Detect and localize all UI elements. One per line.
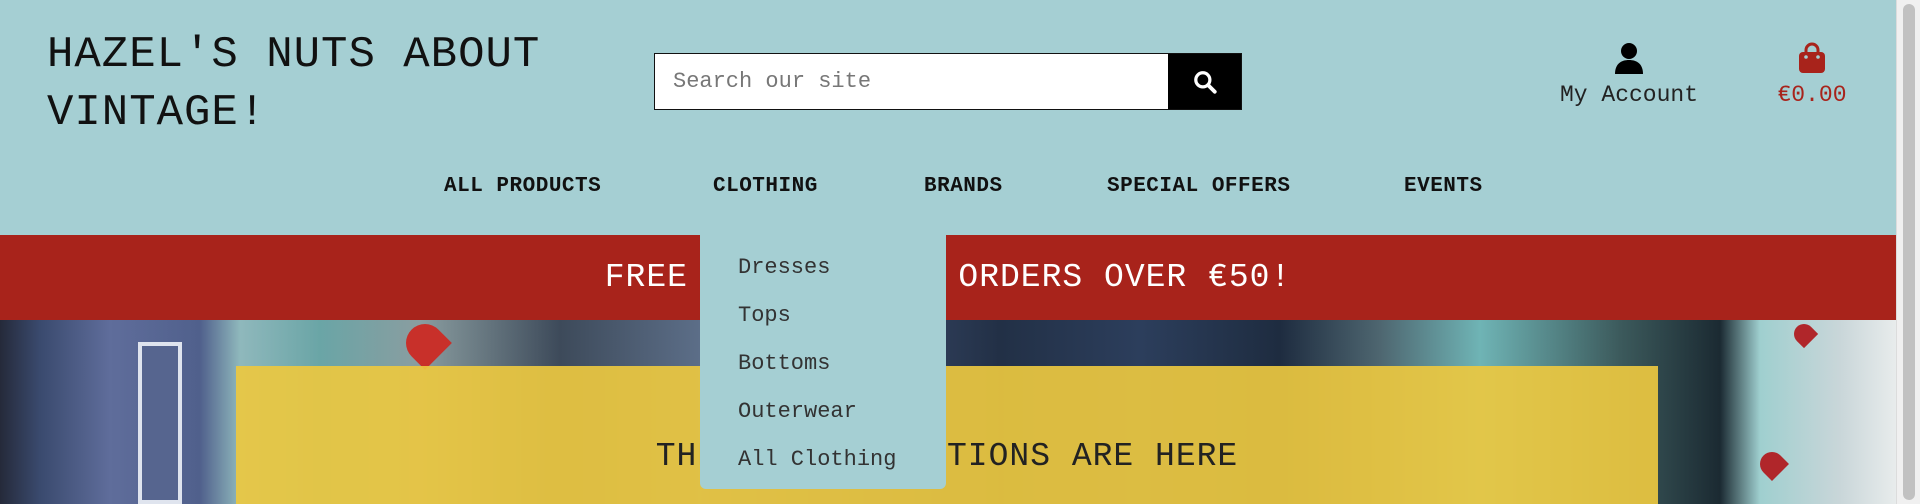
nav-item-events[interactable]: EVENTS [1404,175,1483,198]
cart-total: €0.00 [1777,82,1847,108]
site-logo[interactable]: HAZEL'S NUTS ABOUT VINTAGE! [47,26,540,142]
my-account-label: My Account [1559,82,1699,108]
hero-image-heart [1789,320,1819,349]
cart-link[interactable]: €0.00 [1762,42,1862,108]
dropdown-item-all-clothing[interactable]: All Clothing [700,436,946,484]
scrollbar-thumb[interactable] [1903,4,1915,500]
search-input[interactable] [655,54,1168,109]
search-form [654,53,1242,110]
shopping-bag-icon [1799,42,1825,73]
nav-item-clothing[interactable]: CLOTHING [713,175,818,198]
nav-item-special-offers[interactable]: SPECIAL OFFERS [1107,175,1290,198]
hero-image-heart [1755,447,1789,481]
search-button[interactable] [1168,54,1241,109]
dropdown-item-tops[interactable]: Tops [700,292,946,340]
hero-overlay-box: THE NEW COLLECTIONS ARE HERE [236,366,1658,504]
dropdown-item-outerwear[interactable]: Outerwear [700,388,946,436]
user-icon [1615,43,1643,74]
main-nav: ALL PRODUCTS CLOTHING BRANDS SPECIAL OFF… [0,175,1896,211]
promo-banner: FREE DELIVERY ON ORDERS OVER €50! [0,235,1896,320]
site-header: HAZEL'S NUTS ABOUT VINTAGE! My Account €… [0,0,1896,235]
clothing-dropdown-menu: Dresses Tops Bottoms Outerwear All Cloth… [700,232,946,489]
search-icon [1193,70,1217,94]
hero-section: THE NEW COLLECTIONS ARE HERE [0,320,1896,504]
hero-headline: THE NEW COLLECTIONS ARE HERE [655,438,1239,475]
nav-item-brands[interactable]: BRANDS [924,175,1003,198]
hero-image-heart [398,320,452,370]
my-account-link[interactable]: My Account [1554,42,1704,108]
page-scrollbar[interactable] [1896,0,1920,504]
dropdown-item-dresses[interactable]: Dresses [700,244,946,292]
nav-item-all-products[interactable]: ALL PRODUCTS [444,175,601,198]
dropdown-item-bottoms[interactable]: Bottoms [700,340,946,388]
hero-image-door [138,342,182,504]
